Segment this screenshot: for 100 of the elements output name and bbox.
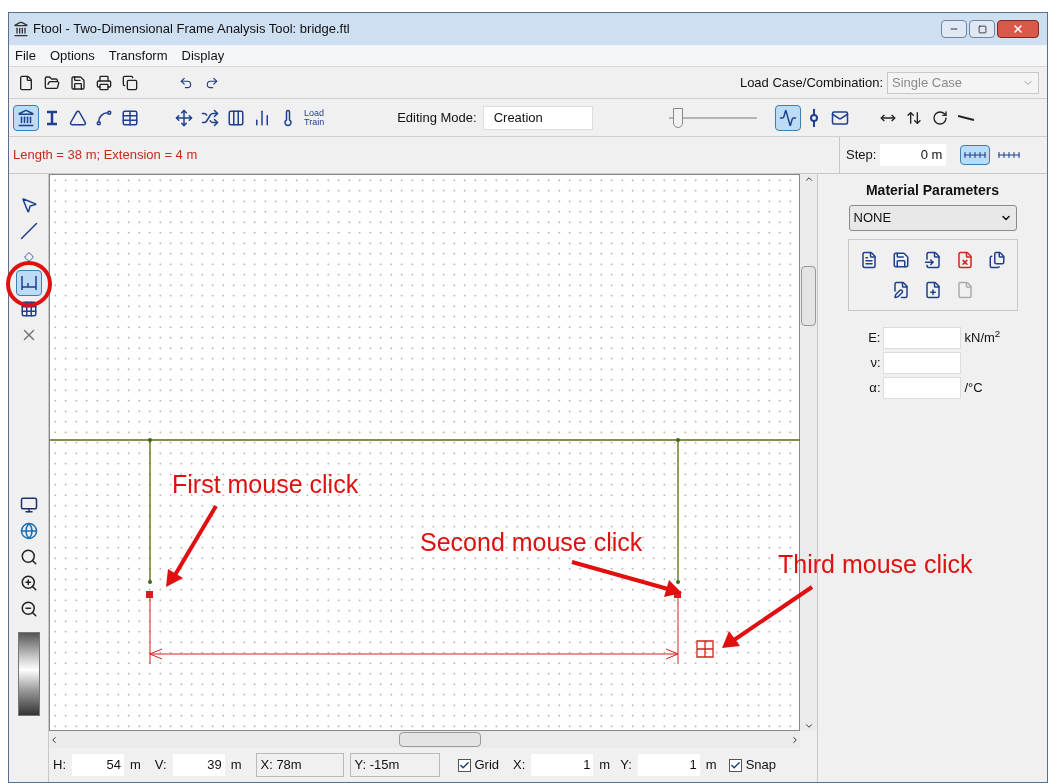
redo-icon [205,75,219,90]
parameter-field[interactable] [882,352,961,374]
vertical-arrows-icon [905,109,922,126]
file-plus-icon [923,281,942,299]
check-icon [458,759,470,771]
zoom-in-icon [19,574,38,592]
horizontal-scrollbar[interactable] [49,731,800,748]
undo-icon [179,75,193,90]
close-button[interactable] [997,20,1039,38]
slider-thumb[interactable] [672,107,683,128]
node-line-icon [808,108,819,127]
file-icon [955,281,974,299]
unit-label: kN/m$^{2}$ [963,328,1002,348]
table-icon [121,108,139,127]
bars-icon [253,108,271,127]
scroll-down-icon [803,721,814,731]
v-unit: m [230,756,242,775]
grid-x-field[interactable]: 1 [531,754,594,776]
scroll-left-icon [49,734,59,745]
editing-mode-label: Editing Mode: [397,108,477,127]
highlight-circle [6,261,52,307]
step-field[interactable]: 0 m [880,144,947,166]
minimize-button[interactable] [941,20,967,38]
diagram-button[interactable] [774,104,801,131]
line-icon [19,222,38,240]
curve-icon [95,108,113,127]
dash-icon [957,114,974,121]
scroll-right-icon [790,734,800,745]
scrollbar-thumb[interactable] [398,732,481,747]
annotation-label: Second mouse click [420,527,643,558]
search-icon [19,548,38,566]
scrollbar-thumb[interactable] [801,266,816,327]
parameter-label: ν: [869,354,882,373]
frame-tool-button[interactable] [13,104,39,131]
check-icon [729,759,741,771]
shuffle-icon [201,108,219,127]
slider-track[interactable] [668,107,757,128]
grid-x-label: X: [513,756,526,775]
h-label: H: [53,756,66,775]
step-label: Step: [846,146,877,165]
file-delete-icon [955,251,974,269]
v-field[interactable]: 39 [172,754,225,776]
snap-label: Snap [745,756,776,775]
printer-icon [96,74,112,91]
menu-item[interactable]: Options [49,45,95,66]
grid-checkbox[interactable] [457,758,471,772]
y-coordinate: Y: -15m [349,753,440,777]
load-train-button[interactable]: Load Train [301,108,328,127]
close-icon [1012,23,1024,35]
menu-item[interactable]: File [15,45,36,66]
grid-label: Grid [474,756,500,775]
h-field[interactable]: 54 [72,754,124,776]
folder-icon [44,74,60,91]
grid-y-label: Y: [620,756,632,775]
parameter-label: α: [868,379,882,398]
ruler-icon [997,151,1022,159]
x-coordinate: X: 78m [255,753,344,777]
panel-title: Material Parameters [865,181,1000,200]
window-title: Ftool - Two-Dimensional Frame Analysis Tool: bridge.ftl [33,20,350,39]
v-label: V: [154,756,167,775]
ruler-icon [963,151,988,159]
grid-icon [19,300,38,318]
snap-checkbox[interactable] [728,758,742,772]
editing-mode-field[interactable]: Creation [482,105,593,130]
scroll-up-icon [803,174,814,184]
annotation-label: First mouse click [172,469,359,500]
columns-icon [227,108,245,127]
h-unit: m [130,756,141,775]
grid-y-field[interactable]: 1 [637,754,700,776]
document-icon [859,251,878,269]
parameter-field[interactable] [882,377,961,399]
unit-label: /°C [963,379,984,398]
dimension-tool[interactable] [15,270,42,296]
rotate-icon [931,109,948,126]
bridge-icon [13,21,29,37]
menu-item[interactable]: Display [181,45,225,66]
zoom-out-icon [19,600,38,618]
copy-icon [122,74,138,91]
save-icon [891,251,910,269]
files-icon [987,251,1006,269]
bridge-icon [17,108,35,127]
parameter-label: E: [867,329,882,348]
status-message: Length = 38 m; Extension = 4 m [13,146,198,165]
save-icon [70,74,86,91]
material-dropdown[interactable]: NONE [848,205,1017,231]
scale-button[interactable] [960,145,991,165]
monitor-icon [19,496,38,514]
globe-icon [19,522,38,540]
dimension-icon [18,274,39,292]
pointer-icon [19,196,38,214]
load-case-label: Load Case/Combination: [739,73,883,92]
grid-y-unit: m [705,756,717,775]
menu-item[interactable]: Transform [108,45,168,66]
maximize-button[interactable] [969,20,995,38]
parameter-field[interactable] [882,327,961,349]
file-edit-icon [891,281,910,299]
annotation-label: Third mouse click [778,549,973,580]
envelope-icon [830,108,849,127]
diamond-icon [23,252,34,262]
file-import-icon [923,251,942,269]
